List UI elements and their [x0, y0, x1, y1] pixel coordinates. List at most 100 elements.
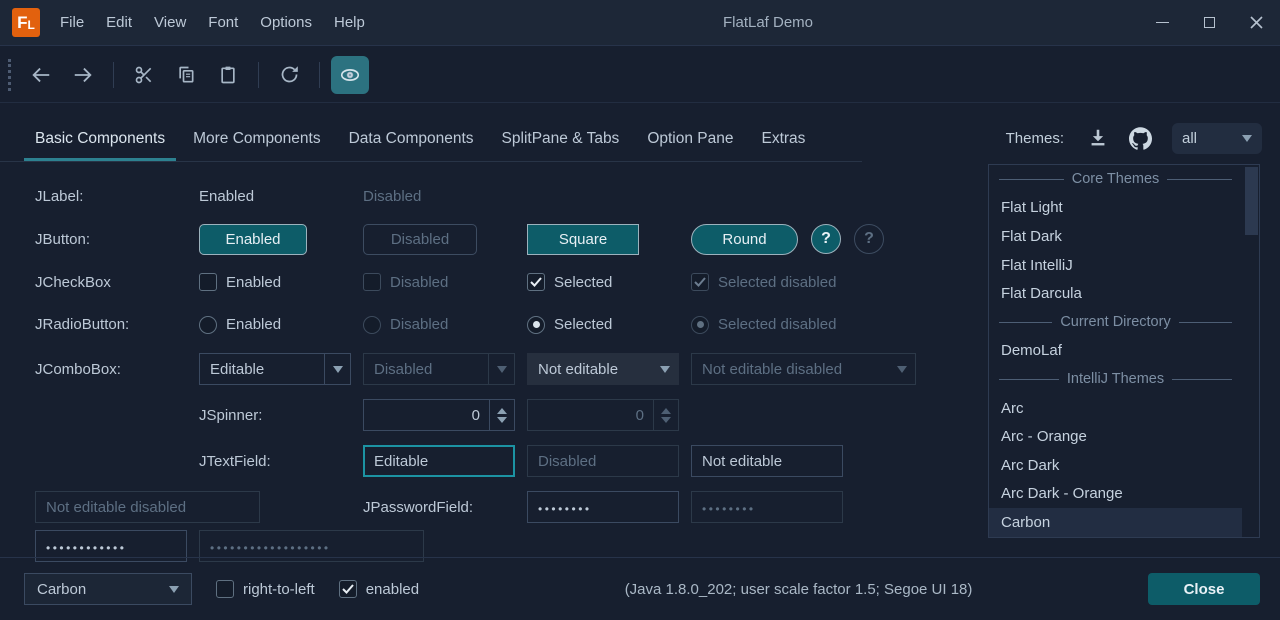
- spinner-disabled: [527, 399, 679, 431]
- download-themes-button[interactable]: [1082, 122, 1114, 154]
- maximize-button[interactable]: [1186, 0, 1233, 45]
- enabled-checkbox[interactable]: enabled: [339, 580, 419, 598]
- spinner-value-input: [528, 400, 653, 430]
- copy-button[interactable]: [167, 56, 205, 94]
- textfield-not-editable[interactable]: [691, 445, 843, 477]
- theme-item-arc-dark-orange[interactable]: Arc Dark - Orange: [989, 480, 1242, 509]
- theme-item-demolaf[interactable]: DemoLaf: [989, 337, 1242, 366]
- checkbox-enabled[interactable]: Enabled: [199, 273, 363, 291]
- checkbox-box-checked[interactable]: [527, 273, 545, 291]
- menu-options[interactable]: Options: [249, 0, 323, 45]
- tab-more-components[interactable]: More Components: [179, 115, 335, 162]
- checkbox-selected[interactable]: Selected: [527, 273, 691, 291]
- menu-font[interactable]: Font: [197, 0, 249, 45]
- forward-arrow-icon: [72, 64, 94, 86]
- radio-dot: [533, 321, 540, 328]
- radio-selected[interactable]: Selected: [527, 316, 691, 334]
- checkbox-box[interactable]: [199, 273, 217, 291]
- theme-item-flat-darcula[interactable]: Flat Darcula: [989, 279, 1242, 308]
- toolbar-separator: [319, 62, 320, 88]
- spinner-up-icon[interactable]: [497, 408, 507, 414]
- spinner-down-icon[interactable]: [497, 417, 507, 423]
- theme-item-carbon-selected[interactable]: Carbon: [989, 508, 1242, 537]
- forward-button[interactable]: [64, 56, 102, 94]
- checkbox-label: Selected disabled: [718, 274, 836, 291]
- copy-icon: [176, 65, 196, 85]
- disabled-button: Disabled: [363, 224, 477, 255]
- chevron-down-icon: [169, 586, 179, 593]
- radio-circle-selected[interactable]: [527, 316, 545, 334]
- chevron-down-icon: [1242, 135, 1252, 142]
- right-to-left-checkbox[interactable]: right-to-left: [216, 580, 315, 598]
- toolbar-separator: [258, 62, 259, 88]
- close-window-button[interactable]: [1233, 0, 1280, 45]
- show-hints-toggle-button[interactable]: [331, 56, 369, 94]
- jbutton-row-label: JButton:: [35, 231, 199, 248]
- themes-header: Themes: all: [1006, 114, 1262, 162]
- paste-clipboard-icon: [218, 65, 238, 85]
- spinner-down-icon: [661, 417, 671, 423]
- theme-item-flat-light[interactable]: Flat Light: [989, 194, 1242, 223]
- passwordfield-disabled: [691, 491, 843, 523]
- passwordfield-enabled[interactable]: [527, 491, 679, 523]
- refresh-icon: [279, 64, 300, 85]
- checkbox-label: Selected: [554, 274, 612, 291]
- checkbox-box[interactable]: [216, 580, 234, 598]
- paste-button[interactable]: [209, 56, 247, 94]
- themes-list-panel: Core Themes Flat Light Flat Dark Flat In…: [988, 164, 1260, 538]
- back-button[interactable]: [22, 56, 60, 94]
- github-button[interactable]: [1124, 122, 1156, 154]
- radio-dot: [697, 321, 704, 328]
- theme-item-flat-intellij[interactable]: Flat IntelliJ: [989, 251, 1242, 280]
- menu-view[interactable]: View: [143, 0, 197, 45]
- theme-item-arc-orange[interactable]: Arc - Orange: [989, 422, 1242, 451]
- combobox-not-editable-disabled: Not editable disabled: [691, 353, 916, 385]
- menu-edit[interactable]: Edit: [95, 0, 143, 45]
- tab-splitpane-tabs[interactable]: SplitPane & Tabs: [488, 115, 634, 162]
- github-icon: [1129, 127, 1152, 150]
- eye-icon: [339, 64, 361, 86]
- spinner-value-input[interactable]: [364, 400, 489, 430]
- toolbar-drag-grip-icon[interactable]: [8, 59, 12, 91]
- menu-help[interactable]: Help: [323, 0, 376, 45]
- refresh-button[interactable]: [270, 56, 308, 94]
- checkbox-box-checked[interactable]: [339, 580, 357, 598]
- spinner-enabled[interactable]: [363, 399, 515, 431]
- menubar: File Edit View Font Options Help: [49, 0, 376, 45]
- cut-button[interactable]: [125, 56, 163, 94]
- textfield-editable-focused[interactable]: [363, 445, 515, 477]
- tab-option-pane[interactable]: Option Pane: [633, 115, 747, 162]
- combobox-value: Not editable: [528, 354, 652, 384]
- radio-circle[interactable]: [199, 316, 217, 334]
- help-button-disabled: ?: [854, 224, 884, 254]
- menu-file[interactable]: File: [49, 0, 95, 45]
- radio-enabled[interactable]: Enabled: [199, 316, 363, 334]
- minimize-button[interactable]: [1139, 0, 1186, 45]
- jcombobox-row-label: JComboBox:: [35, 361, 199, 378]
- tab-extras[interactable]: Extras: [748, 115, 820, 162]
- radio-selected-disabled: Selected disabled: [691, 316, 981, 334]
- theme-item-arc-dark[interactable]: Arc Dark: [989, 451, 1242, 480]
- combobox-not-editable[interactable]: Not editable: [527, 353, 679, 385]
- status-info: (Java 1.8.0_202; user scale factor 1.5; …: [419, 581, 1148, 598]
- jlabel-disabled: Disabled: [363, 188, 421, 205]
- enabled-button[interactable]: Enabled: [199, 224, 307, 255]
- themes-list-scrollbar-thumb[interactable]: [1245, 167, 1258, 235]
- theme-item-flat-dark[interactable]: Flat Dark: [989, 222, 1242, 251]
- look-and-feel-combobox[interactable]: Carbon: [24, 573, 192, 605]
- jlabel-row-label: JLabel:: [35, 188, 199, 205]
- jspinner-row-label: JSpinner:: [199, 407, 363, 424]
- textfield-disabled: [527, 445, 679, 477]
- round-button[interactable]: Round: [691, 224, 798, 255]
- spinner-buttons: [653, 400, 678, 430]
- tab-data-components[interactable]: Data Components: [335, 115, 488, 162]
- radio-label: Enabled: [226, 316, 281, 333]
- combobox-editable[interactable]: Editable: [199, 353, 351, 385]
- spinner-buttons[interactable]: [489, 400, 514, 430]
- theme-item-arc[interactable]: Arc: [989, 394, 1242, 423]
- themes-filter-combobox[interactable]: all: [1172, 123, 1262, 154]
- square-button[interactable]: Square: [527, 224, 639, 255]
- close-button[interactable]: Close: [1148, 573, 1260, 605]
- tab-basic-components[interactable]: Basic Components: [21, 115, 179, 162]
- help-button[interactable]: ?: [811, 224, 841, 254]
